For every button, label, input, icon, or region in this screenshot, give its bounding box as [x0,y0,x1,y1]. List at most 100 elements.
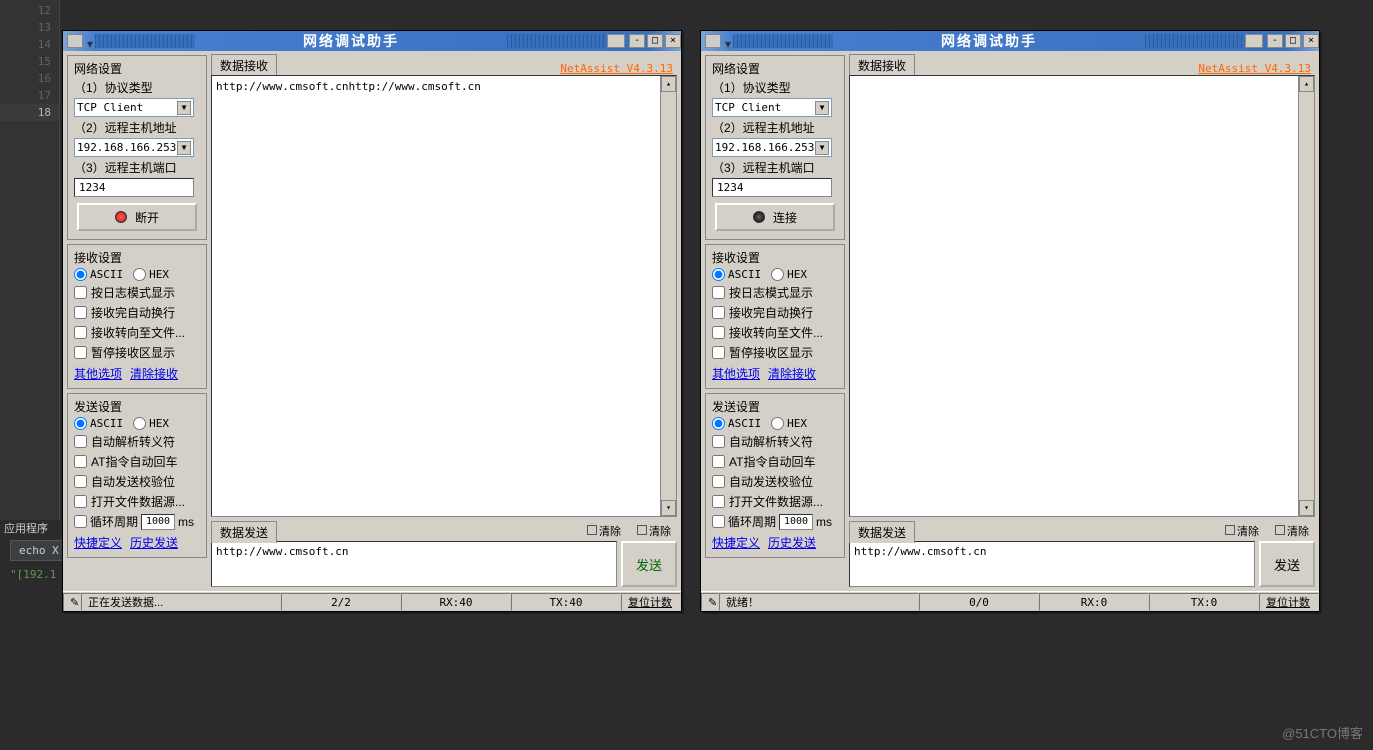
window-title: 网络调试助手 [833,31,1145,51]
pin-icon[interactable] [607,34,625,48]
statusbar: ✎ 正在发送数据... 2/2 RX:40 TX:40 复位计数 [63,591,681,611]
send-hex-radio[interactable]: HEX [133,417,169,430]
maximize-button[interactable]: □ [647,34,663,48]
recv-more-link[interactable]: 其他选项 [74,365,122,382]
recv-tab[interactable]: 数据接收 [211,54,277,76]
connect-button[interactable]: 连接 [715,203,835,231]
scroll-down-icon[interactable]: ▾ [1299,500,1314,516]
send-clear1-button[interactable]: 清除 [581,522,627,540]
chevron-down-icon[interactable]: ▼ [177,101,191,115]
send-at-check[interactable]: AT指令自动回车 [74,453,200,470]
send-tab[interactable]: 数据发送 [211,521,277,543]
titlebar[interactable]: ▾ 网络调试助手 -□× [701,31,1319,51]
recv-tofile-check[interactable]: 接收转向至文件... [712,324,838,341]
send-crc-check[interactable]: 自动发送校验位 [712,473,838,490]
port-input[interactable]: 1234 [74,178,194,197]
protocol-select[interactable]: TCP Client▼ [712,98,832,117]
recv-textarea[interactable]: http://www.cmsoft.cnhttp://www.cmsoft.cn… [211,75,677,517]
recv-clear-link[interactable]: 清除接收 [768,365,816,382]
send-tab[interactable]: 数据发送 [849,521,915,543]
send-loop-check[interactable]: 循环周期ms [74,513,200,530]
protocol-select[interactable]: TCP Client▼ [74,98,194,117]
recv-tab[interactable]: 数据接收 [849,54,915,76]
recv-more-link[interactable]: 其他选项 [712,365,760,382]
send-settings-group: 发送设置 ASCII HEX 自动解析转义符 AT指令自动回车 自动发送校验位 … [67,393,207,558]
disconnect-button[interactable]: 断开 [77,203,197,231]
period-input[interactable] [141,514,175,530]
send-ascii-radio[interactable]: ASCII [712,417,761,430]
status-dot-icon [753,211,765,223]
send-clear2-button[interactable]: 清除 [631,522,677,540]
minimize-button[interactable]: - [629,34,645,48]
send-shortcut-link[interactable]: 快捷定义 [712,534,760,551]
version-link[interactable]: NetAssist V4.3.13 [560,62,673,75]
maximize-button[interactable]: □ [1285,34,1301,48]
recv-ascii-radio[interactable]: ASCII [74,268,123,281]
host-select[interactable]: 192.168.166.253▼ [712,138,832,157]
sysmenu-icon[interactable]: ▾ [725,37,733,45]
send-hex-radio[interactable]: HEX [771,417,807,430]
send-escape-check[interactable]: 自动解析转义符 [712,433,838,450]
send-input[interactable]: http://www.cmsoft.cn [211,541,617,587]
status-text: 正在发送数据... [81,593,281,611]
send-file-check[interactable]: 打开文件数据源... [74,493,200,510]
send-ascii-radio[interactable]: ASCII [74,417,123,430]
status-tx: TX:40 [511,593,621,611]
scroll-up-icon[interactable]: ▴ [1299,76,1314,92]
recv-newline-check[interactable]: 接收完自动换行 [74,304,200,321]
chevron-down-icon[interactable]: ▼ [815,101,829,115]
send-history-link[interactable]: 历史发送 [768,534,816,551]
scroll-down-icon[interactable]: ▾ [661,500,676,516]
chevron-down-icon[interactable]: ▼ [815,141,829,155]
clear-icon [1225,525,1235,535]
send-history-link[interactable]: 历史发送 [130,534,178,551]
recv-log-check[interactable]: 按日志模式显示 [74,284,200,301]
send-loop-check[interactable]: 循环周期ms [712,513,838,530]
terminal-input[interactable]: echo X [10,540,68,561]
recv-ascii-radio[interactable]: ASCII [712,268,761,281]
recv-clear-link[interactable]: 清除接收 [130,365,178,382]
sysmenu-icon[interactable]: ▾ [87,37,95,45]
reset-count-button[interactable]: 复位计数 [1259,593,1319,611]
recv-pause-check[interactable]: 暂停接收区显示 [712,344,838,361]
send-button[interactable]: 发送 [1259,541,1315,587]
status-text: 就绪！ [719,593,919,611]
send-settings-group: 发送设置 ASCII HEX 自动解析转义符 AT指令自动回车 自动发送校验位 … [705,393,845,558]
status-tx: TX:0 [1149,593,1259,611]
recv-newline-check[interactable]: 接收完自动换行 [712,304,838,321]
send-crc-check[interactable]: 自动发送校验位 [74,473,200,490]
send-clear2-button[interactable]: 清除 [1269,522,1315,540]
send-input[interactable]: http://www.cmsoft.cn [849,541,1255,587]
version-link[interactable]: NetAssist V4.3.13 [1198,62,1311,75]
send-file-check[interactable]: 打开文件数据源... [712,493,838,510]
send-escape-check[interactable]: 自动解析转义符 [74,433,200,450]
host-select[interactable]: 192.168.166.253▼ [74,138,194,157]
chevron-down-icon[interactable]: ▼ [177,141,191,155]
reset-count-button[interactable]: 复位计数 [621,593,681,611]
scrollbar[interactable]: ▴▾ [1298,76,1314,516]
recv-textarea[interactable]: ▴▾ [849,75,1315,517]
recv-hex-radio[interactable]: HEX [133,268,169,281]
status-rx: RX:0 [1039,593,1149,611]
recv-tofile-check[interactable]: 接收转向至文件... [74,324,200,341]
scroll-up-icon[interactable]: ▴ [661,76,676,92]
port-input[interactable]: 1234 [712,178,832,197]
send-shortcut-link[interactable]: 快捷定义 [74,534,122,551]
period-input[interactable] [779,514,813,530]
pin-icon[interactable] [1245,34,1263,48]
close-button[interactable]: × [665,34,681,48]
recv-pause-check[interactable]: 暂停接收区显示 [74,344,200,361]
bottom-tab-app[interactable]: 应用程序 [4,520,48,536]
send-clear1-button[interactable]: 清除 [1219,522,1265,540]
titlebar[interactable]: ▾ 网络调试助手 -□× [63,31,681,51]
send-button[interactable]: 发送 [621,541,677,587]
close-button[interactable]: × [1303,34,1319,48]
recv-hex-radio[interactable]: HEX [771,268,807,281]
netassist-window-2: ▾ 网络调试助手 -□× 网络设置 （1）协议类型 TCP Client▼ （2… [700,30,1320,612]
status-dot-icon [115,211,127,223]
recv-log-check[interactable]: 按日志模式显示 [712,284,838,301]
minimize-button[interactable]: - [1267,34,1283,48]
send-at-check[interactable]: AT指令自动回车 [712,453,838,470]
scrollbar[interactable]: ▴▾ [660,76,676,516]
window-title: 网络调试助手 [195,31,507,51]
